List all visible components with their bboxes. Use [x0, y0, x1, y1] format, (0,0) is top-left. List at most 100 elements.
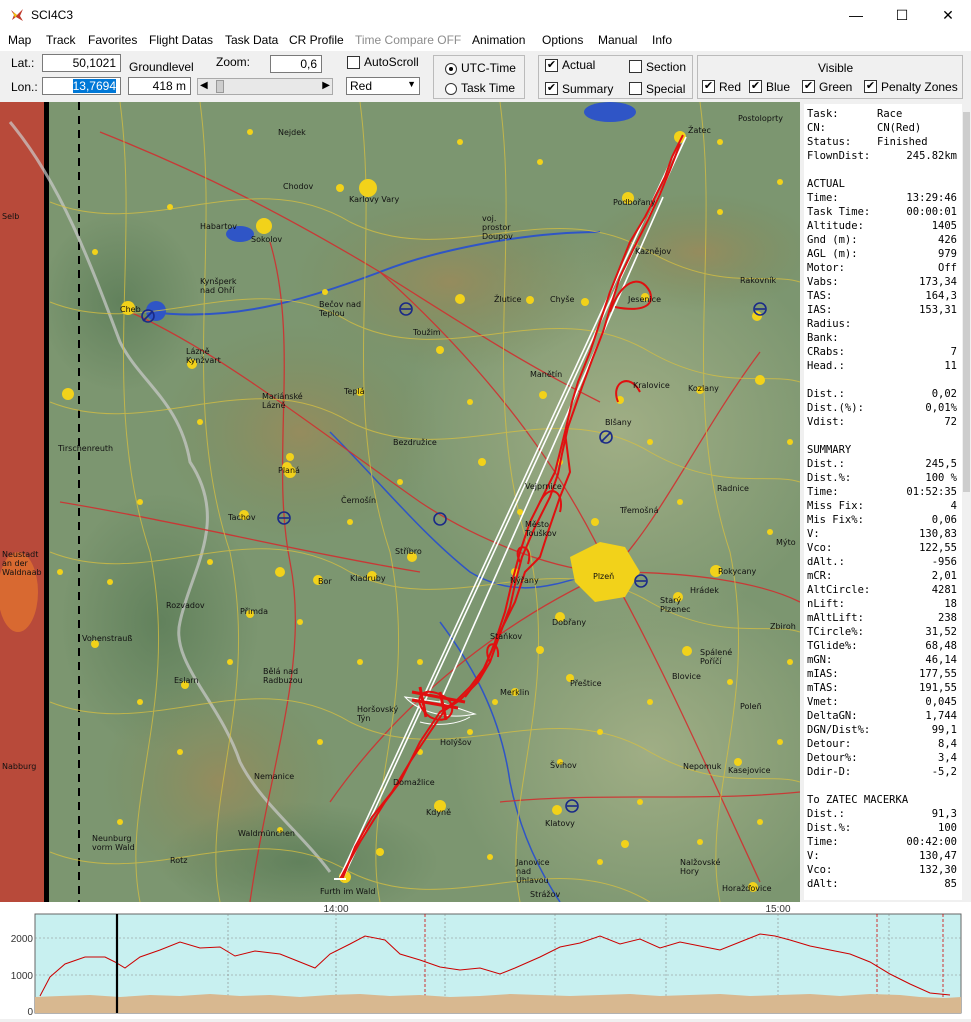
stat-key: CRabs:: [807, 346, 845, 358]
visible-blue-checkbox[interactable]: ✔: [749, 80, 762, 93]
stat-row: Vco: 132,30: [807, 863, 957, 877]
stat-value: 1405: [931, 220, 957, 232]
stat-value: Finished: [877, 136, 928, 148]
slider-thumb[interactable]: [216, 80, 224, 93]
stat-key: Gnd (m):: [807, 234, 858, 246]
slider-left-arrow-icon[interactable]: ◀: [200, 80, 208, 91]
stat-key: Task:: [807, 108, 839, 120]
menu-task-data[interactable]: Task Data: [225, 33, 278, 47]
menu-options[interactable]: Options: [542, 33, 583, 47]
special-checkbox[interactable]: [629, 82, 642, 95]
visible-penalty-zones-checkbox[interactable]: ✔: [864, 80, 877, 93]
menu-track[interactable]: Track: [46, 33, 76, 47]
stat-row: [807, 373, 957, 387]
pilot-select-value: Red: [350, 79, 373, 93]
town-label: Lázně Kynžvart: [186, 347, 221, 365]
visible-red-checkbox[interactable]: ✔: [702, 80, 715, 93]
panel-scrollbar[interactable]: [962, 104, 971, 900]
map-view[interactable]: Nejdek Chodov Karlovy Vary Habartov Soko…: [0, 102, 800, 902]
town-label: Neustadt an der Waldnaab: [2, 550, 42, 577]
section-label: Section: [646, 60, 687, 74]
town-label: Vohenstrauß: [82, 634, 133, 643]
town-label: Bečov nad Teplou: [319, 300, 362, 318]
utc-time-radio[interactable]: [445, 63, 457, 75]
lon-input[interactable]: 13,7694: [42, 77, 121, 95]
menu-info[interactable]: Info: [652, 33, 672, 47]
visible-title: Visible: [818, 61, 854, 75]
stat-key: IAS:: [807, 304, 833, 316]
town-label: Horšovský Týn: [357, 705, 399, 723]
autoscroll-checkbox[interactable]: [347, 56, 360, 69]
menu-manual[interactable]: Manual: [598, 33, 637, 47]
stat-key: V:: [807, 528, 820, 540]
stat-row: AltCircle: 4281: [807, 583, 957, 597]
stat-row: Bank:: [807, 331, 957, 345]
stat-row: Dist.%: 100 %: [807, 471, 957, 485]
stat-row: Dist.: 245,5: [807, 457, 957, 471]
stat-value: 153,31: [919, 304, 957, 316]
stat-row: Dist.(%): 0,01%: [807, 401, 957, 415]
stat-key: Head.:: [807, 360, 845, 372]
town-label: Eslarn: [174, 676, 199, 685]
stat-value: 18: [944, 598, 957, 610]
stat-value: 245.82km: [906, 150, 957, 162]
stat-row: To ZATEC MACERKA: [807, 793, 957, 807]
stat-key: TGlide%:: [807, 640, 858, 652]
lat-input[interactable]: 50,1021: [42, 54, 121, 72]
scrollbar-thumb[interactable]: [963, 112, 970, 492]
stat-value: 8,4: [938, 738, 957, 750]
stat-key: Time:: [807, 192, 839, 204]
utc-time-label: UTC-Time: [461, 61, 516, 75]
visible-green-checkbox[interactable]: ✔: [802, 80, 815, 93]
stat-key: SUMMARY: [807, 444, 852, 456]
actual-checkbox[interactable]: ✔: [545, 59, 558, 72]
stat-row: Vco: 122,55: [807, 541, 957, 555]
town-label: Rokycany: [718, 567, 757, 576]
stat-row: Detour: 8,4: [807, 737, 957, 751]
stat-row: mIAS: 177,55: [807, 667, 957, 681]
town-label: Blšany: [605, 418, 632, 427]
toolbar: Lat.: 50,1021 Lon.: 13,7694 Groundlevel …: [0, 51, 971, 102]
task-time-label: Task Time: [461, 81, 516, 95]
town-label: Stříbro: [395, 547, 422, 556]
menu-flight-datas[interactable]: Flight Datas: [149, 33, 213, 47]
town-label: Kynšperk nad Ohří: [200, 277, 237, 295]
y-label-1000: 1000: [11, 971, 34, 982]
stat-value: 245,5: [925, 458, 957, 470]
town-label: Radnice: [717, 484, 749, 493]
slider-right-arrow-icon[interactable]: ▶: [322, 80, 330, 91]
task-time-radio[interactable]: [445, 83, 457, 95]
zoom-input[interactable]: 0,6: [270, 55, 322, 73]
menu-map[interactable]: Map: [8, 33, 31, 47]
title-bar: SCI4C3 — ☐ ✕: [0, 0, 971, 30]
pilot-select[interactable]: Red ▼: [346, 77, 420, 95]
menu-time-compare[interactable]: Time Compare OFF: [355, 33, 461, 47]
stat-row: Vabs: 173,34: [807, 275, 957, 289]
town-label: Kladruby: [350, 574, 386, 583]
stat-key: mCR:: [807, 570, 833, 582]
town-label: Bělá nad Radbuzou: [263, 667, 303, 685]
town-label: Žatec: [688, 126, 711, 135]
town-label: Nepomuk: [683, 762, 722, 771]
stat-value: 130,47: [919, 850, 957, 862]
minimize-button[interactable]: —: [833, 0, 879, 30]
town-label: Sokolov: [251, 235, 283, 244]
menu-animation[interactable]: Animation: [472, 33, 525, 47]
town-label: Kdyně: [426, 808, 452, 817]
town-label: Nýřany: [510, 576, 539, 585]
menu-cr-profile[interactable]: CR Profile: [289, 33, 344, 47]
section-checkbox[interactable]: [629, 60, 642, 73]
altitude-profile[interactable]: 14:00 15:00 2000 1000 0: [0, 902, 971, 1019]
stat-row: CN: CN(Red): [807, 121, 957, 135]
close-button[interactable]: ✕: [925, 0, 971, 30]
autoscroll-label: AutoScroll: [364, 55, 419, 69]
stat-value: 31,52: [925, 626, 957, 638]
stat-row: Gnd (m): 426: [807, 233, 957, 247]
window-title: SCI4C3: [31, 8, 74, 22]
maximize-button[interactable]: ☐: [879, 0, 925, 30]
stat-value: 164,3: [925, 290, 957, 302]
stat-key: DeltaGN:: [807, 710, 858, 722]
menu-favorites[interactable]: Favorites: [88, 33, 137, 47]
zoom-slider[interactable]: ◀ ▶: [197, 78, 333, 95]
summary-checkbox[interactable]: ✔: [545, 82, 558, 95]
